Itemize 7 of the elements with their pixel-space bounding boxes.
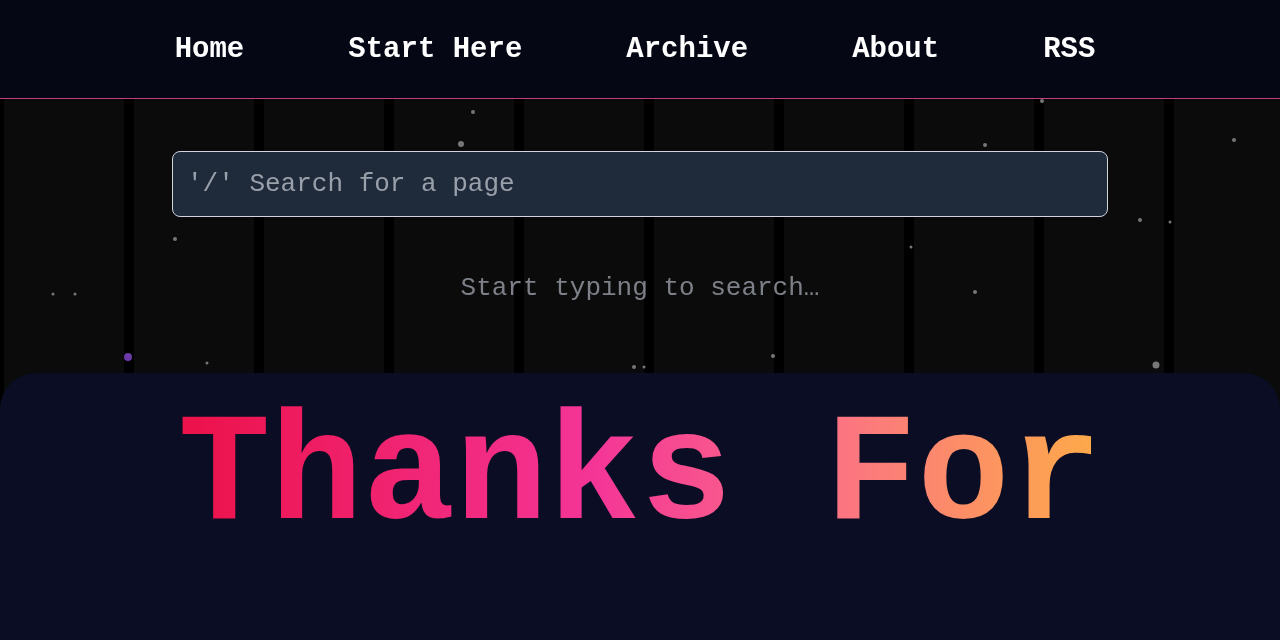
nav-link[interactable]: RSS xyxy=(1043,32,1096,66)
nav-link[interactable]: About xyxy=(852,32,940,66)
search-field[interactable]: '/' Search for a page xyxy=(172,151,1108,217)
search-hint: Start typing to search… xyxy=(460,273,820,303)
nav-link[interactable]: Start Here xyxy=(348,32,523,66)
nav-link[interactable]: Archive xyxy=(626,32,749,66)
nav-link[interactable]: Home xyxy=(174,32,245,66)
